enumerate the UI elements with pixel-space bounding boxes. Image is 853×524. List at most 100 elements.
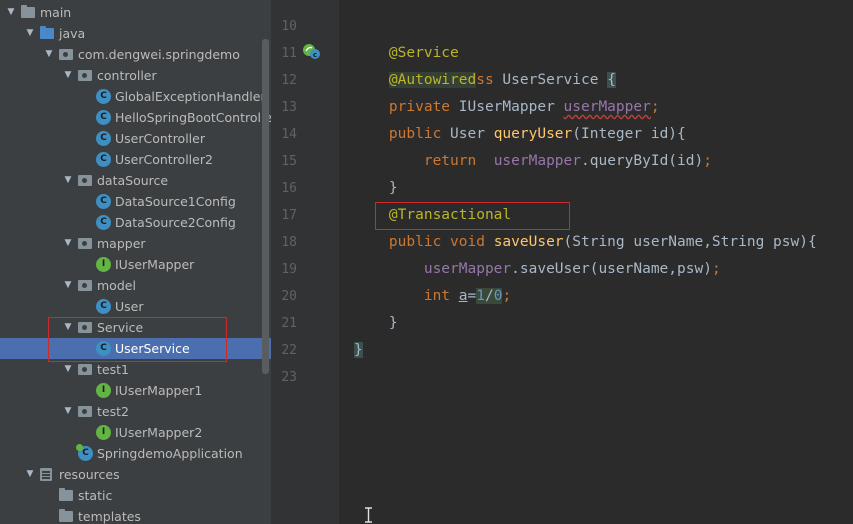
tree-scrollbar[interactable] [262, 39, 269, 374]
interface-icon: I [96, 257, 111, 272]
annotation-transactional: @Transactional [388, 207, 512, 223]
class-icon: C [96, 131, 111, 146]
tree-item-usercontroller[interactable]: C UserController [0, 128, 271, 149]
tree-item-static[interactable]: static [0, 485, 271, 506]
tree-item-service[interactable]: ▼ Service [0, 317, 271, 338]
code-line-17: @Transactional [354, 202, 511, 229]
code-editor[interactable]: @Service public class UserService { @Aut… [339, 0, 853, 524]
tree-item-controller[interactable]: ▼ controller [0, 65, 271, 86]
code-line-12: @Autowired [354, 67, 477, 94]
expand-arrow-icon[interactable]: ▼ [43, 44, 55, 65]
expand-arrow-icon[interactable]: ▼ [5, 2, 17, 23]
tree-item-model[interactable]: ▼ model [0, 275, 271, 296]
tree-item-templates[interactable]: templates [0, 506, 271, 524]
field-usermapper: userMapper [493, 153, 581, 169]
keyword: public [388, 126, 451, 142]
package-icon [78, 238, 92, 249]
params: (Integer id){ [572, 126, 686, 142]
semicolon: ; [502, 288, 512, 304]
line-number: 23 [281, 370, 297, 385]
tree-item-datasource[interactable]: ▼ dataSource [0, 170, 271, 191]
code-line-15: return userMapper.queryById(id); [354, 148, 712, 175]
params: (String userName,String psw){ [563, 234, 817, 250]
tree-item-label: IUserMapper2 [115, 425, 203, 440]
package-icon [78, 70, 92, 81]
expand-arrow-icon[interactable]: ▼ [62, 401, 74, 422]
code-line-10: @Service [354, 13, 459, 61]
package-icon [78, 322, 92, 333]
line-number: 13 [281, 100, 297, 115]
line-number: 11 [281, 46, 297, 61]
tree-item-datasource2config[interactable]: C DataSource2Config [0, 212, 271, 233]
tree-item-label: SpringdemoApplication [97, 446, 243, 461]
number: 1 [476, 288, 485, 304]
expand-arrow-icon[interactable]: ▼ [62, 275, 74, 296]
keyword: return [423, 153, 494, 169]
tree-item-mapper[interactable]: ▼ mapper [0, 233, 271, 254]
tree-item-main[interactable]: ▼ main [0, 2, 271, 23]
tree-item-test2[interactable]: ▼ test2 [0, 401, 271, 422]
line-number: 22 [281, 343, 297, 358]
tree-item-label: static [78, 488, 113, 503]
expand-arrow-icon[interactable]: ▼ [62, 317, 74, 338]
spring-bean-icon[interactable]: c [302, 42, 320, 60]
semicolon: ; [703, 153, 712, 169]
tree-item-label: DataSource1Config [115, 194, 236, 209]
tree-item-usercontroller2[interactable]: C UserController2 [0, 149, 271, 170]
code-line-16: } [354, 175, 398, 202]
package-icon [78, 280, 92, 291]
package-icon [78, 364, 92, 375]
expand-arrow-icon[interactable]: ▼ [62, 65, 74, 86]
tree-item-userservice[interactable]: C UserService [0, 338, 271, 359]
expand-arrow-icon[interactable]: ▼ [62, 170, 74, 191]
tree-item-iusermapper2[interactable]: I IUserMapper2 [0, 422, 271, 443]
tree-item-user[interactable]: C User [0, 296, 271, 317]
tree-item-datasource1config[interactable]: C DataSource1Config [0, 191, 271, 212]
line-number: 16 [281, 181, 297, 196]
package-icon [78, 175, 92, 186]
text-cursor-icon [365, 507, 372, 523]
tree-item-label: test1 [97, 362, 129, 377]
tree-item-label: com.dengwei.springdemo [78, 47, 240, 62]
code-line-18: public void saveUser(String userName,Str… [354, 229, 817, 256]
expand-arrow-icon[interactable]: ▼ [62, 233, 74, 254]
line-number: 17 [281, 208, 297, 223]
tree-item-label: model [97, 278, 136, 293]
expand-arrow-icon[interactable]: ▼ [24, 23, 36, 44]
field-usermapper: userMapper [563, 99, 651, 115]
tree-item-label: GlobalExceptionHandler [115, 89, 266, 104]
tree-item-label: templates [78, 509, 141, 524]
tree-item-label: UserController2 [115, 152, 213, 167]
variable-a: a [458, 288, 468, 304]
tree-item-iusermapper[interactable]: I IUserMapper [0, 254, 271, 275]
code-line-21: } [354, 310, 398, 337]
type-name: IUserMapper [458, 99, 564, 115]
tree-item-java[interactable]: ▼ java [0, 23, 271, 44]
code-line-14: public User queryUser(Integer id){ [354, 121, 686, 148]
field-usermapper: userMapper [423, 261, 512, 277]
tree-item-iusermapper1[interactable]: I IUserMapper1 [0, 380, 271, 401]
code-line-13: private IUserMapper userMapper; [354, 94, 660, 121]
tree-item-com-dengwei-springdemo[interactable]: ▼ com.dengwei.springdemo [0, 44, 271, 65]
class-icon: C [96, 194, 111, 209]
operator: / [484, 288, 494, 304]
line-number: 10 [281, 19, 297, 34]
tree-item-label: HelloSpringBootController [115, 110, 271, 125]
keyword: int [423, 288, 459, 304]
operator: = [467, 288, 477, 304]
tree-item-globalexceptionhandler[interactable]: C GlobalExceptionHandler [0, 86, 271, 107]
brace: } [354, 342, 363, 358]
tree-item-label: UserController [115, 131, 205, 146]
folder-icon [21, 5, 35, 18]
expand-arrow-icon[interactable]: ▼ [24, 464, 36, 485]
method-call: .queryById(id) [581, 153, 704, 169]
class-icon: C [96, 341, 111, 356]
project-tree[interactable]: ▼ main ▼ java ▼ com.dengwei.springdemo ▼ contro… [0, 0, 271, 524]
tree-item-test1[interactable]: ▼ test1 [0, 359, 271, 380]
line-number: 21 [281, 316, 297, 331]
tree-item-hellospringbootcontroller[interactable]: C HelloSpringBootController [0, 107, 271, 128]
tree-item-resources[interactable]: ▼ resources [0, 464, 271, 485]
class-icon: C [96, 215, 111, 230]
tree-item-springdemoapplication[interactable]: C SpringdemoApplication [0, 443, 271, 464]
expand-arrow-icon[interactable]: ▼ [62, 359, 74, 380]
